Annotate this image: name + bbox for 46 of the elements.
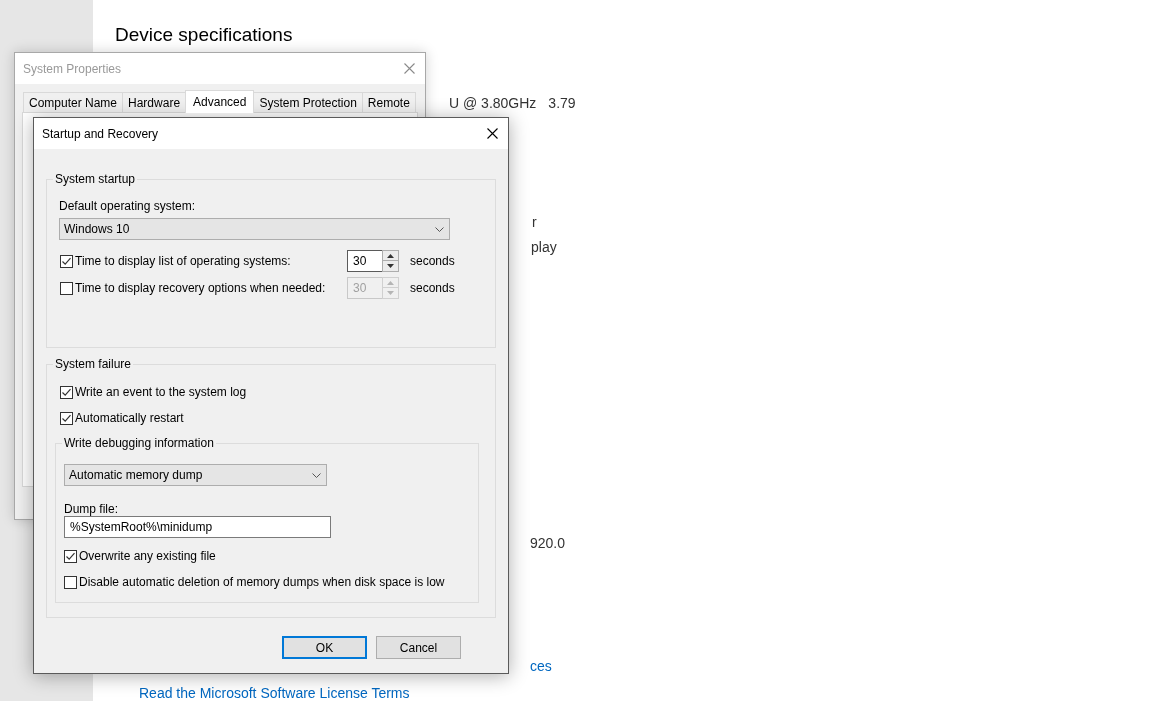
triangle-up-icon: [387, 253, 394, 258]
spin-up-button[interactable]: [382, 250, 399, 261]
window-title: Startup and Recovery: [42, 125, 159, 142]
triangle-down-icon: [387, 264, 394, 268]
unit-label: seconds: [410, 280, 455, 296]
link[interactable]: ces: [530, 656, 552, 676]
dump-type-dropdown[interactable]: Automatic memory dump: [64, 464, 327, 486]
partial-text: 3.79: [548, 94, 576, 113]
number-input[interactable]: 30: [347, 250, 383, 272]
checkbox-label[interactable]: Time to display list of operating systems:: [75, 253, 291, 269]
tab[interactable]: Advanced: [185, 90, 255, 113]
tab[interactable]: Remote: [361, 92, 416, 112]
checkbox-label[interactable]: Overwrite any existing file: [79, 548, 216, 564]
group-legend: System startup: [53, 171, 138, 187]
partial-text: 920.0: [530, 534, 566, 553]
ok-button[interactable]: OK: [282, 636, 367, 659]
tab[interactable]: Computer Name: [23, 92, 124, 112]
checkbox[interactable]: [60, 385, 73, 399]
cancel-button[interactable]: Cancel: [376, 636, 461, 659]
checkbox-label[interactable]: Automatically restart: [75, 410, 184, 426]
window-title: System Properties: [23, 60, 122, 77]
checkbox[interactable]: [60, 254, 73, 268]
chevron-down-icon: [435, 226, 444, 232]
group-legend: Write debugging information: [62, 435, 216, 451]
group-legend: System failure: [53, 356, 134, 372]
partial-text: r: [532, 213, 537, 232]
page-heading: Device specifications: [115, 23, 293, 47]
checkbox-label[interactable]: Write an event to the system log: [75, 384, 247, 400]
os-dropdown[interactable]: Windows 10: [59, 218, 450, 240]
dump-file-input[interactable]: %SystemRoot%\minidump: [64, 516, 331, 538]
checkbox-label[interactable]: Disable automatic deletion of memory dumps when disk space is low: [79, 574, 445, 590]
partial-text: play: [531, 238, 557, 257]
checkbox[interactable]: [60, 411, 73, 425]
checkbox[interactable]: [64, 575, 77, 589]
tab[interactable]: System Protection: [253, 92, 363, 112]
spin-down-button[interactable]: [382, 261, 399, 272]
close-icon[interactable]: [487, 128, 498, 139]
triangle-up-icon: [387, 280, 394, 285]
triangle-down-icon: [387, 291, 394, 295]
field-label: Default operating system:: [59, 198, 196, 214]
field-label: Dump file:: [64, 502, 119, 516]
partial-text: U @ 3.80GHz: [449, 94, 537, 113]
chevron-down-icon: [312, 472, 321, 478]
unit-label: seconds: [410, 253, 455, 269]
link[interactable]: Read the Microsoft Software License Terms: [139, 683, 410, 701]
checkbox[interactable]: [64, 549, 77, 563]
